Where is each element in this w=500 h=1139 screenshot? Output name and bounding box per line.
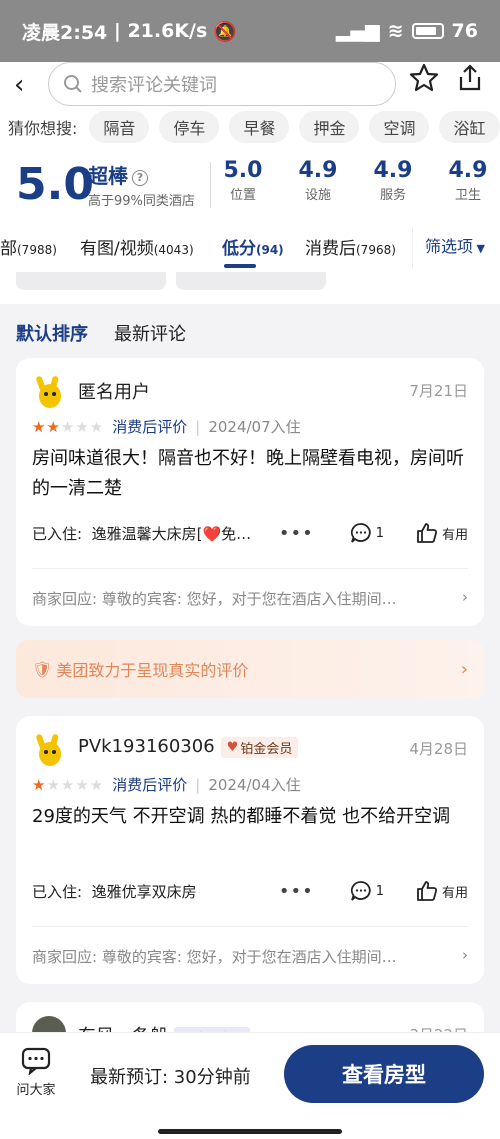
useful-button[interactable]: 有用 xyxy=(416,522,468,544)
header: ‹ 搜索评论关键词 猜你想搜: 隔音 停车 早餐 押金 空调 浴缸 5.0 超棒… xyxy=(0,62,500,304)
status-bar: 凌晨2:54 | 21.6K/s 🔕 ▂▄▆ ≋ 76 xyxy=(0,0,500,62)
guess-chip[interactable]: 押金 xyxy=(299,111,360,143)
chat-icon xyxy=(21,1047,51,1076)
authenticity-banner[interactable]: 🛡 美团致力于呈现真实的评价 › xyxy=(16,640,484,698)
search-placeholder: 搜索评论关键词 xyxy=(91,75,217,96)
rating-sub: 高于99%同类酒店 xyxy=(88,194,195,209)
status-time: 凌晨2:54 xyxy=(22,21,108,44)
divider xyxy=(32,568,468,569)
active-tab-indicator xyxy=(224,264,256,268)
sort-default[interactable]: 默认排序 xyxy=(16,320,88,350)
subscore-facility: 4.9 设施 xyxy=(298,158,338,203)
chevron-right-icon: › xyxy=(460,658,468,680)
more-icon[interactable]: ••• xyxy=(279,523,314,544)
diamond-icon: ♥ xyxy=(226,739,239,755)
search-input[interactable]: 搜索评论关键词 xyxy=(48,62,396,106)
stay-row: 已入住: 逸雅温馨大床房[❤️免… ••• 1 有用 xyxy=(32,518,468,548)
tag-chip[interactable] xyxy=(16,272,166,290)
subscore-hygiene: 4.9 卫生 xyxy=(448,158,488,203)
score-summary: 5.0 超棒? 高于99%同类酒店 5.0 位置 4.9 设施 4.9 服务 4… xyxy=(0,156,500,214)
comment-button[interactable]: 1 xyxy=(350,880,384,902)
thumbs-up-icon xyxy=(417,523,438,543)
status-net-speed: 21.6K/s xyxy=(127,20,208,42)
review-card: 匿名用户 7月21日 ★★★★★ 消费后评价 | 2024/07入住 房间味道很… xyxy=(16,358,484,626)
star-rating: ★★★★★ xyxy=(32,775,105,794)
review-tag: 消费后评价 xyxy=(112,418,188,436)
back-arrow-icon[interactable]: ‹ xyxy=(14,70,24,100)
sort-row: 默认排序 最新评论 xyxy=(16,320,186,350)
tab-low-score[interactable]: 低分(94) xyxy=(222,234,284,259)
shield-heart-icon: 🛡 xyxy=(32,659,53,679)
stay-date: 2024/04入住 xyxy=(208,776,301,794)
wifi-icon: ≋ xyxy=(387,20,404,42)
review-text[interactable]: 房间味道很大！隔音也不好！晚上隔壁看电视，房间听的一清二楚 xyxy=(32,444,468,504)
username[interactable]: PVk193160306 ♥ 铂金会员 xyxy=(78,736,299,758)
comment-icon xyxy=(350,881,371,901)
banner-text: 美团致力于呈现真实的评价 xyxy=(56,661,249,680)
subscore-service: 4.9 服务 xyxy=(373,158,413,203)
guess-search-row: 猜你想搜: 隔音 停车 早餐 押金 空调 浴缸 xyxy=(0,106,500,148)
username[interactable]: 匿名用户 xyxy=(78,378,150,404)
review-card: PVk193160306 ♥ 铂金会员 4月28日 ★★★★★ 消费后评价 | 20… xyxy=(16,716,484,984)
review-meta: ★★★★★ 消费后评价 | 2024/07入住 xyxy=(32,417,301,437)
bottom-bar: 问大家 最新预订: 30分钟前 查看房型 xyxy=(0,1032,500,1139)
guess-label: 猜你想搜: xyxy=(8,119,78,138)
stay-row: 已入住: 逸雅优享双床房 ••• 1 有用 xyxy=(32,876,468,906)
review-text[interactable]: 29度的天气 不开空调 热的都睡不着觉 也不给开空调 xyxy=(32,802,468,832)
signal-icon: ▂▄▆ xyxy=(335,20,380,42)
merchant-reply[interactable]: 商家回应: 尊敬的宾客: 您好，对于您在酒店入住期间… › xyxy=(32,946,468,967)
room-info[interactable]: 已入住: 逸雅温馨大床房[❤️免… xyxy=(32,523,279,544)
rating-word[interactable]: 超棒? xyxy=(88,160,148,189)
battery-icon xyxy=(411,23,444,39)
view-rooms-button[interactable]: 查看房型 xyxy=(284,1045,484,1103)
latest-booking: 最新预订: 30分钟前 xyxy=(90,1067,251,1088)
mute-icon: 🔕 xyxy=(213,20,237,43)
review-meta: ★★★★★ 消费后评价 | 2024/04入住 xyxy=(32,775,301,795)
review-date: 4月28日 xyxy=(409,740,468,758)
tab-all[interactable]: 部(7988) xyxy=(0,234,57,259)
caret-down-icon: ▼ xyxy=(473,242,485,255)
subscore-location: 5.0 位置 xyxy=(223,158,263,203)
room-info[interactable]: 已入住: 逸雅优享双床房 xyxy=(32,881,279,902)
help-icon[interactable]: ? xyxy=(132,169,148,186)
more-icon[interactable]: ••• xyxy=(279,881,314,902)
star-rating: ★★★★★ xyxy=(32,417,105,436)
ask-everyone-button[interactable]: 问大家 xyxy=(14,1047,58,1098)
search-icon xyxy=(64,75,82,93)
tag-chip[interactable] xyxy=(176,272,326,290)
guess-chip[interactable]: 隔音 xyxy=(89,111,150,143)
overall-score: 5.0 xyxy=(16,159,94,210)
guess-chip[interactable]: 早餐 xyxy=(229,111,290,143)
chevron-right-icon: › xyxy=(462,588,468,606)
thumbs-up-icon xyxy=(417,881,438,901)
divider xyxy=(32,926,468,927)
share-icon[interactable] xyxy=(454,62,486,94)
review-tag: 消费后评价 xyxy=(112,776,188,794)
member-badge: ♥ 铂金会员 xyxy=(220,736,299,758)
battery-level: 76 xyxy=(451,20,478,42)
comment-button[interactable]: 1 xyxy=(350,522,384,544)
tag-strip-remnant xyxy=(0,272,500,304)
divider xyxy=(210,162,211,208)
stay-date: 2024/07入住 xyxy=(208,418,301,436)
chevron-right-icon: › xyxy=(462,946,468,964)
comment-icon xyxy=(350,523,371,543)
home-indicator[interactable] xyxy=(158,1129,342,1134)
avatar xyxy=(36,734,61,766)
guess-chip[interactable]: 浴缸 xyxy=(439,111,500,143)
guess-chip[interactable]: 空调 xyxy=(369,111,430,143)
review-date: 7月21日 xyxy=(409,382,468,400)
favorite-star-icon[interactable] xyxy=(408,62,440,94)
review-tabs: 部(7988) 有图/视频(4043) 低分(94) 消费后(7968) 筛选项… xyxy=(0,228,500,272)
filter-button[interactable]: 筛选项 ▼ xyxy=(412,228,485,268)
tab-with-media[interactable]: 有图/视频(4043) xyxy=(80,234,194,259)
guess-chip[interactable]: 停车 xyxy=(159,111,220,143)
merchant-reply[interactable]: 商家回应: 尊敬的宾客: 您好，对于您在酒店入住期间… › xyxy=(32,588,468,609)
avatar xyxy=(36,376,61,408)
tab-after-consumption[interactable]: 消费后(7968) xyxy=(305,234,396,259)
sort-latest[interactable]: 最新评论 xyxy=(114,320,186,350)
useful-button[interactable]: 有用 xyxy=(416,880,468,902)
